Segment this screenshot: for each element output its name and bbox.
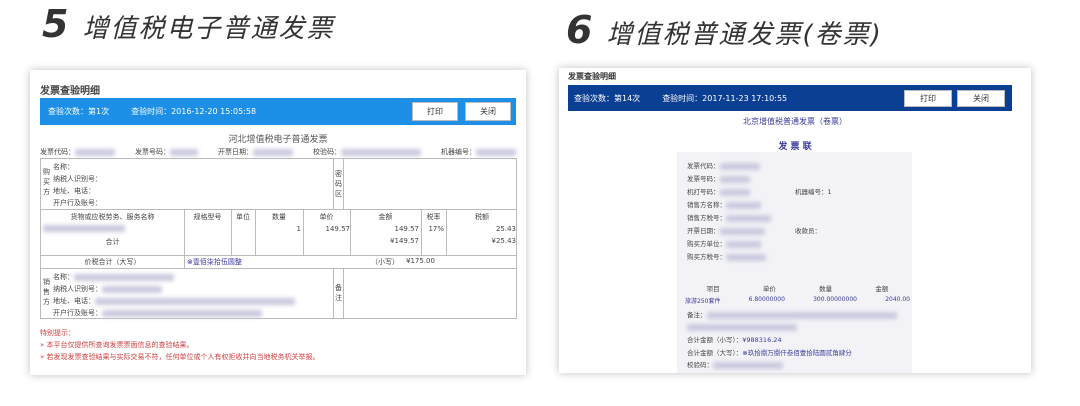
- check-time: 查验时间：2016-12-20 15:05:58: [131, 107, 257, 116]
- total-small-label: （小写）: [371, 258, 399, 266]
- field-label: 发票号码：: [135, 148, 170, 156]
- col-header: 税率: [426, 213, 441, 221]
- field-label: 发票代码：: [687, 162, 720, 170]
- heading-text: 增值税普通发票(卷票): [606, 20, 883, 50]
- field-label: 校验码：: [313, 148, 341, 156]
- amount: 149.57: [394, 225, 420, 233]
- buyer-section: 购买方 名称： 纳税人识别号： 地址、电话： 开户行及账号： 密码区: [40, 158, 517, 210]
- seller-name-label: 名称：: [53, 273, 74, 281]
- seller-address-label: 地址、电话：: [53, 297, 95, 305]
- machine-no-label: 机器编号：: [795, 188, 828, 196]
- seller-tax-id-label: 纳税人识别号：: [53, 285, 102, 293]
- invoice-panel-left: 发票查验明细 查验次数：第1次 查验时间：2016-12-20 15:05:58…: [30, 70, 526, 375]
- heading-right: 6 增值税普通发票(卷票): [566, 8, 883, 52]
- remarks-label: 备注：: [687, 311, 707, 319]
- quantity: 1: [296, 225, 301, 233]
- col-header: 数量: [819, 285, 833, 293]
- heading-text: 增值税电子普通发票: [82, 14, 335, 44]
- col-header: 规格型号: [193, 213, 222, 221]
- col-header: 金额: [875, 285, 889, 293]
- invoice-panel-right: 发票查验明细 查验次数：第14次 查验时间：2017-11-23 17:10:5…: [559, 68, 1031, 373]
- total-small: ¥988316.24: [742, 336, 782, 344]
- field-label: 开票日期：: [218, 148, 253, 156]
- close-button[interactable]: 关闭: [957, 90, 1005, 107]
- check-count: 查验次数：第1次: [48, 107, 110, 116]
- buyer-tax-id-label: 纳税人识别号：: [53, 175, 102, 183]
- item-unit-price: 6.80000000: [748, 296, 785, 303]
- field-label: 购买方单位：: [687, 240, 726, 248]
- field-label: 发票代码：: [40, 148, 75, 156]
- heading-left: 5 增值税电子普通发票: [42, 2, 334, 46]
- subtotal-amount: ¥149.57: [390, 237, 419, 245]
- info-bar: 查验次数：第14次 查验时间：2017-11-23 17:10:55 打印 关闭: [568, 85, 1012, 111]
- seller-section: 销售方 名称： 纳税人识别号： 地址、电话： 开户行及账号： 备注: [40, 269, 517, 319]
- total-small-label: 合计金额（小写）：: [687, 336, 743, 344]
- notice-item: » 本平台仅提供所查询发票票面信息的查验结果。: [40, 341, 194, 349]
- check-count: 查验次数：第14次: [574, 93, 641, 103]
- close-button[interactable]: 关闭: [465, 102, 511, 121]
- item-amount: 2040.00: [885, 296, 910, 303]
- seller-side-label: 销售方: [43, 278, 50, 306]
- receipt-body: 发票代码： 发票号码： 机打号码： 销售方名称： 销售方税号： 开票日期： 购买…: [677, 152, 912, 373]
- seller-bank-label: 开户行及账号：: [53, 309, 102, 317]
- total-caps: ⊗玖拾捌万捌仟叁佰壹拾陆圆贰角肆分: [742, 348, 852, 357]
- heading-number: 6: [566, 8, 593, 52]
- buyer-name-label: 名称：: [53, 163, 74, 171]
- total-small: ¥175.00: [406, 257, 435, 265]
- invoice-title: 河北增值税电子普通发票: [228, 135, 328, 145]
- subtotal-tax: ¥25.43: [491, 237, 517, 245]
- subtotal-label: 合计: [105, 238, 120, 246]
- field-label: 机器编号：: [441, 148, 476, 156]
- invoice-title: 北京增值税普通发票（卷票）: [743, 117, 847, 126]
- field-label: 销售方税号：: [687, 214, 726, 222]
- heading-number: 5: [42, 2, 69, 46]
- total-caps: ⊗壹佰柒拾伍圆整: [187, 258, 242, 266]
- col-header: 单位: [236, 213, 250, 221]
- info-bar: 查验次数：第1次 查验时间：2016-12-20 15:05:58 打印 关闭: [40, 98, 516, 125]
- buyer-bank-label: 开户行及账号：: [53, 199, 102, 207]
- item-name: 旅游250套件: [685, 298, 721, 305]
- field-label: 销售方名称：: [687, 201, 726, 209]
- col-header: 金额: [378, 213, 393, 221]
- col-header: 货物或应税劳务、服务名称: [70, 213, 155, 221]
- buyer-side-label: 购买方: [43, 168, 50, 196]
- field-label: 机打号码：: [687, 188, 720, 196]
- machine-no: 1: [827, 188, 832, 196]
- tax: 25.43: [495, 225, 516, 233]
- col-header: 数量: [272, 213, 286, 221]
- col-header: 单价: [319, 213, 334, 221]
- panel-title: 发票查验明细: [568, 72, 616, 81]
- col-header: 单价: [762, 285, 776, 293]
- check-time: 查验时间：2017-11-23 17:10:55: [662, 93, 788, 103]
- check-code-label: 校验码：: [687, 361, 713, 369]
- notice-title: 特别提示：: [40, 329, 75, 337]
- field-label: 开票日期：: [687, 227, 720, 235]
- field-label: 发票号码：: [687, 175, 720, 183]
- print-button[interactable]: 打印: [904, 90, 952, 107]
- print-button[interactable]: 打印: [412, 102, 458, 121]
- buyer-address-label: 地址、电话：: [53, 187, 95, 195]
- total-caps-label: 合计金额（大写）：: [687, 348, 743, 357]
- password-area-label: 密码区: [335, 170, 342, 198]
- copy-label: 发 票 联: [778, 142, 812, 152]
- notice-item: » 若发现发票查验结果与实际交易不符，任何单位或个人有权拒收并向当地税务机关举报…: [40, 353, 320, 361]
- invoice-fields: 发票代码： 发票号码： 开票日期： 校验码： 机器编号：: [40, 147, 516, 157]
- panel-title: 发票查验明细: [40, 86, 100, 97]
- unit-price: 149.57: [325, 225, 351, 233]
- total-row: 价税合计（大写） ⊗壹佰柒拾伍圆整 （小写） ¥175.00: [40, 256, 517, 269]
- total-label: 价税合计（大写）: [84, 258, 141, 266]
- col-header: 税额: [475, 213, 489, 221]
- remarks-label: 备注: [335, 284, 342, 302]
- tax-rate: 17%: [428, 225, 444, 233]
- items-table: 货物或应税劳务、服务名称 规格型号 单位 数量 单价 金额 税率 税额 1 14…: [40, 210, 517, 256]
- col-header: 项目: [706, 285, 720, 293]
- field-label: 购买方税号：: [687, 253, 726, 261]
- item-quantity: 300.00000000: [813, 296, 857, 303]
- cashier-label: 收款员：: [795, 227, 821, 235]
